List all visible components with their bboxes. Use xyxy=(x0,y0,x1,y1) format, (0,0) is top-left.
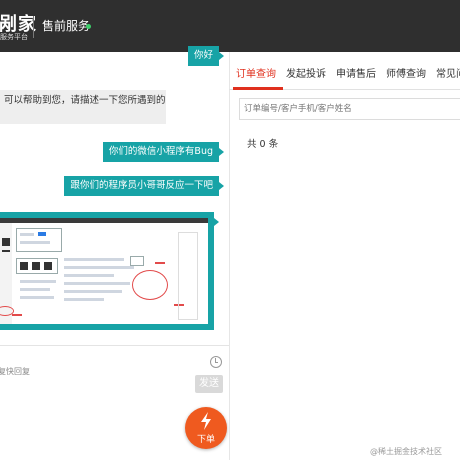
message-bubble-outgoing: 你们的微信小程序有Bug xyxy=(102,142,225,162)
lightning-bolt-icon xyxy=(201,412,211,430)
chat-window: 你好 可以帮助到您，请描述一下您所遇到的 你们的微信小程序有Bug 跟你们的程序… xyxy=(0,46,229,460)
clock-icon[interactable] xyxy=(210,356,222,368)
tab-order-query[interactable]: 订单查询 xyxy=(236,65,276,80)
message-bubble-outgoing: 跟你们的程序员小哥哥反应一下吧 xyxy=(64,176,224,196)
message-image-bubble[interactable] xyxy=(0,212,219,330)
order-button[interactable]: 下单 xyxy=(185,407,227,449)
online-status-icon xyxy=(86,24,91,29)
tab-after-sales[interactable]: 申请售后 xyxy=(336,65,376,80)
service-panel: 订单查询 发起投诉 申请售后 师傅查询 常见问 共 0 条 xyxy=(229,52,460,460)
result-count: 共 0 条 xyxy=(247,139,279,150)
service-title: 售前服务 xyxy=(42,19,91,33)
quick-reply-link[interactable]: 复快回复 xyxy=(0,366,30,377)
app-header: 剐家 服务平台 售前服务 xyxy=(0,0,460,52)
message-input-area[interactable]: 复快回复 发送 下单 xyxy=(0,345,229,460)
page: 剐家 服务平台 售前服务 你好 可以帮助到您，请描述一下您所遇到的 你们的微信小… xyxy=(0,0,460,460)
message-bubble-outgoing: 你好 xyxy=(187,46,225,66)
panel-divider xyxy=(229,52,230,460)
message-bubble-incoming: 可以帮助到您，请描述一下您所遇到的 xyxy=(0,90,166,124)
send-button[interactable]: 发送 xyxy=(195,375,223,393)
tab-technician-query[interactable]: 师傅查询 xyxy=(386,65,426,80)
tab-bar: 订单查询 发起投诉 申请售后 师傅查询 常见问 xyxy=(229,52,460,90)
screenshot-image[interactable] xyxy=(0,218,208,324)
tab-file-complaint[interactable]: 发起投诉 xyxy=(286,65,326,80)
message-list[interactable]: 你好 可以帮助到您，请描述一下您所遇到的 你们的微信小程序有Bug 跟你们的程序… xyxy=(0,46,229,345)
order-search-input[interactable] xyxy=(239,98,460,120)
watermark: @稀土掘金技术社区 xyxy=(370,447,442,456)
logo-subtitle: 服务平台 xyxy=(0,33,28,41)
header-divider xyxy=(33,16,34,38)
tab-faq[interactable]: 常见问 xyxy=(436,65,460,80)
order-button-label: 下单 xyxy=(196,435,215,445)
active-tab-indicator xyxy=(233,87,283,90)
